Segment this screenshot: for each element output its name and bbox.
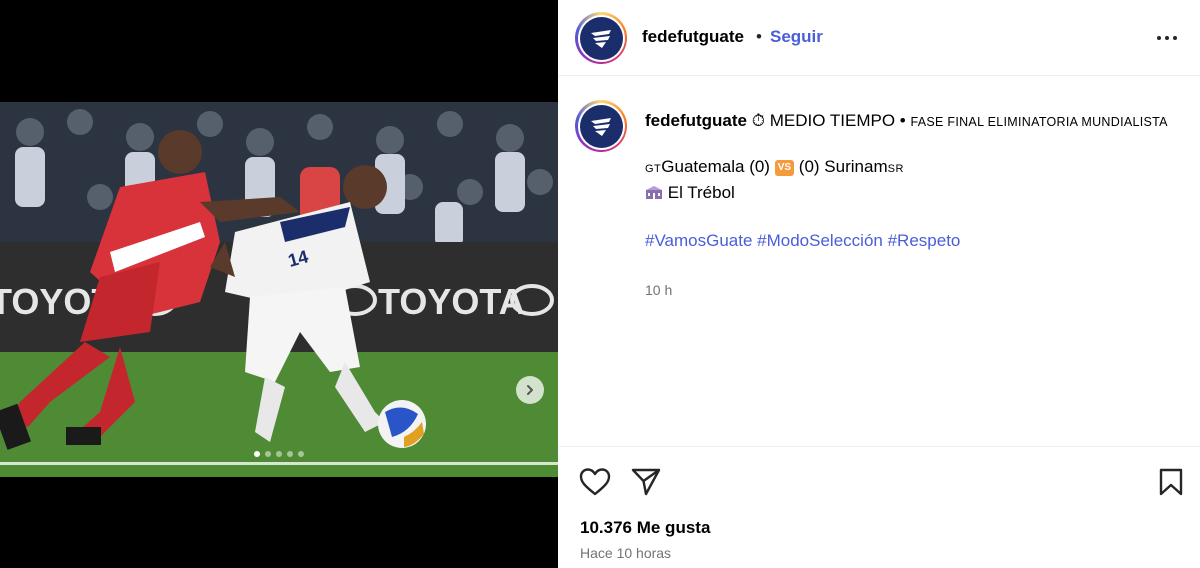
stadium-icon [646, 186, 662, 199]
caption-username[interactable]: fedefutguate [645, 111, 747, 130]
heart-icon [579, 468, 611, 496]
chevron-right-icon [527, 385, 533, 395]
home-team: Guatemala [661, 157, 745, 176]
divider [558, 446, 1200, 447]
fedefut-logo-icon [591, 30, 611, 48]
stopwatch-icon: ⏱ [751, 111, 765, 130]
carousel-next-button[interactable] [516, 376, 544, 404]
header-separator: • [756, 27, 762, 46]
caption-time[interactable]: 10 h [645, 282, 672, 298]
caption-avatar[interactable] [575, 100, 627, 152]
flag-gt-icon: GT [645, 163, 662, 175]
caption-bullet: • [899, 111, 906, 130]
carousel-dot[interactable] [298, 451, 304, 457]
hashtag-link[interactable]: #VamosGuate [645, 231, 752, 250]
follow-button[interactable]: Seguir [770, 27, 823, 47]
vs-icon: VS [774, 160, 795, 176]
match-phase: FASE FINAL ELIMINATORIA MUNDIALISTA [910, 115, 1168, 129]
like-button[interactable] [579, 467, 611, 502]
scoreline: GTGuatemala (0) VS (0) SurinamSR [645, 155, 1175, 181]
save-button[interactable] [1158, 467, 1184, 502]
media-panel: TOYOTA TOYOTA 14 [0, 0, 558, 568]
stadium-name: El Trébol [667, 183, 735, 202]
post-photo[interactable]: TOYOTA TOYOTA 14 [0, 102, 558, 477]
match-photo-illustration: TOYOTA TOYOTA 14 [0, 102, 558, 477]
more-options-icon[interactable] [1154, 30, 1180, 46]
carousel-dot[interactable] [254, 451, 260, 457]
post-date: Hace 10 horas [580, 545, 672, 561]
hashtag-link[interactable]: #Respeto [888, 231, 961, 250]
hashtag-link[interactable]: #ModoSelección [757, 231, 883, 250]
away-score: (0) [798, 157, 820, 176]
post-caption: fedefutguate ⏱ MEDIO TIEMPO • FASE FINAL… [645, 109, 1175, 253]
avatar[interactable] [575, 12, 627, 64]
match-status: MEDIO TIEMPO [769, 111, 896, 130]
post-header: fedefutguate • Seguir [558, 0, 1200, 76]
carousel-dot[interactable] [276, 451, 282, 457]
send-icon [631, 468, 661, 496]
home-score: (0) [749, 157, 770, 176]
stadium-line: El Trébol [645, 181, 1175, 205]
carousel-dot[interactable] [287, 451, 293, 457]
header-username[interactable]: fedefutguate [642, 27, 744, 47]
flag-sr-icon: SR [887, 163, 904, 175]
caption-first-line: fedefutguate ⏱ MEDIO TIEMPO • FASE FINAL… [645, 109, 1175, 134]
ad-board-text-right: TOYOTA [378, 281, 525, 322]
bookmark-icon [1159, 468, 1183, 496]
post-detail-panel: fedefutguate • Seguir fedefutguate ⏱ MED… [558, 0, 1200, 568]
fedefut-logo-icon [591, 118, 611, 136]
share-button[interactable] [630, 467, 662, 502]
hashtags: #VamosGuate #ModoSelección #Respeto [645, 229, 1175, 253]
carousel-dot[interactable] [265, 451, 271, 457]
carousel-indicator [0, 451, 558, 457]
likes-count[interactable]: 10.376 Me gusta [580, 518, 710, 538]
away-team: Surinam [824, 157, 888, 176]
